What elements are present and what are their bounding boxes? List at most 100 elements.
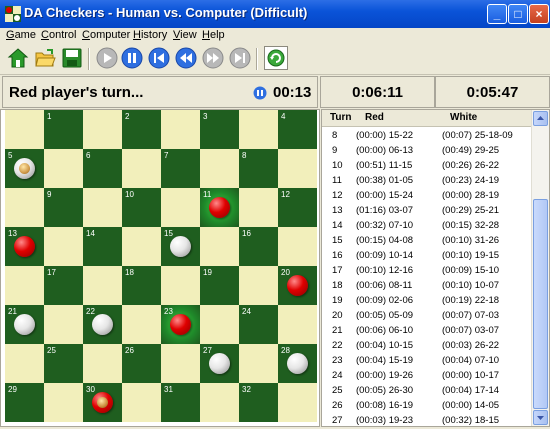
board-square[interactable]: 7 (161, 149, 200, 188)
history-red-move: (00:32) 07-10 (356, 220, 414, 231)
menu-computer[interactable]: Computer (82, 29, 130, 41)
history-row[interactable]: 23 (00:04) 15-19 (00:04) 07-10 (322, 354, 532, 369)
white-checker-piece[interactable] (14, 314, 35, 335)
white-checker-piece[interactable] (287, 353, 308, 374)
board-square-light (239, 266, 278, 305)
history-turn: 27 (332, 415, 343, 426)
board-square[interactable]: 5 (5, 149, 44, 188)
toggle-engine-button[interactable] (264, 46, 288, 70)
history-row[interactable]: 20 (00:05) 05-09 (00:07) 07-03 (322, 309, 532, 324)
board-square[interactable]: 18 (122, 266, 161, 305)
scroll-up-arrow[interactable] (533, 111, 548, 126)
history-row[interactable]: 15 (00:15) 04-08 (00:10) 31-26 (322, 234, 532, 249)
pause-icon (121, 47, 143, 69)
skip-to-end-button[interactable] (229, 47, 251, 69)
board-square[interactable]: 27 (200, 344, 239, 383)
board-square-light (44, 305, 83, 344)
history-row[interactable]: 11 (00:38) 01-05 (00:23) 24-19 (322, 174, 532, 189)
board-square[interactable]: 23 (161, 305, 200, 344)
board-square[interactable]: 4 (278, 110, 317, 149)
square-number: 20 (281, 268, 290, 277)
white-checker-piece[interactable] (14, 158, 35, 179)
board-square[interactable]: 31 (161, 383, 200, 422)
board-square[interactable]: 19 (200, 266, 239, 305)
board-square[interactable]: 25 (44, 344, 83, 383)
history-row[interactable]: 16 (00:09) 10-14 (00:10) 19-15 (322, 249, 532, 264)
scroll-down-arrow[interactable] (533, 410, 548, 425)
history-scrollbar[interactable] (531, 110, 549, 426)
history-row[interactable]: 21 (00:06) 06-10 (00:07) 03-07 (322, 324, 532, 339)
board-square[interactable]: 9 (44, 188, 83, 227)
status-panel: Red player's turn... 00:13 0:06:11 0:05:… (0, 76, 550, 108)
minimize-button[interactable]: _ (487, 4, 507, 24)
board-square[interactable]: 10 (122, 188, 161, 227)
menu-control[interactable]: Control (41, 29, 76, 41)
white-checker-piece[interactable] (92, 314, 113, 335)
pause-button[interactable] (121, 47, 143, 69)
history-row[interactable]: 8 (00:00) 15-22 (00:07) 25-18-09 (322, 129, 532, 144)
board-square[interactable]: 26 (122, 344, 161, 383)
history-red-move: (00:15) 04-08 (356, 235, 414, 246)
history-row[interactable]: 25 (00:05) 26-30 (00:04) 17-14 (322, 384, 532, 399)
square-number: 11 (203, 190, 212, 199)
maximize-button[interactable]: □ (508, 4, 528, 24)
scroll-thumb[interactable] (533, 199, 548, 409)
board-square[interactable]: 20 (278, 266, 317, 305)
history-row[interactable]: 10 (00:51) 11-15 (00:26) 26-22 (322, 159, 532, 174)
rewind-button[interactable] (175, 47, 197, 69)
red-checker-piece[interactable] (170, 314, 191, 335)
board-square[interactable]: 12 (278, 188, 317, 227)
board-square[interactable]: 22 (83, 305, 122, 344)
board-square[interactable]: 21 (5, 305, 44, 344)
new-game-button[interactable] (7, 47, 29, 69)
white-checker-piece[interactable] (170, 236, 191, 257)
skip-to-start-button[interactable] (148, 47, 170, 69)
board-square[interactable]: 30 (83, 383, 122, 422)
board-square[interactable]: 11 (200, 188, 239, 227)
white-checker-piece[interactable] (209, 353, 230, 374)
menu-view[interactable]: View (173, 29, 197, 41)
history-row[interactable]: 14 (00:32) 07-10 (00:15) 32-28 (322, 219, 532, 234)
history-row[interactable]: 13 (01:16) 03-07 (00:29) 25-21 (322, 204, 532, 219)
square-number: 19 (203, 268, 212, 277)
red-checker-piece[interactable] (287, 275, 308, 296)
history-turn: 20 (332, 310, 343, 321)
red-checker-piece[interactable] (92, 392, 113, 413)
board-square[interactable]: 29 (5, 383, 44, 422)
red-checker-piece[interactable] (209, 197, 230, 218)
history-row[interactable]: 12 (00:00) 15-24 (00:00) 28-19 (322, 189, 532, 204)
board-square[interactable]: 14 (83, 227, 122, 266)
board-square[interactable]: 32 (239, 383, 278, 422)
board-square[interactable]: 2 (122, 110, 161, 149)
history-row[interactable]: 19 (00:09) 02-06 (00:19) 22-18 (322, 294, 532, 309)
history-row[interactable]: 24 (00:00) 19-26 (00:00) 10-17 (322, 369, 532, 384)
square-number: 28 (281, 346, 290, 355)
board-square[interactable]: 15 (161, 227, 200, 266)
history-row[interactable]: 22 (00:04) 10-15 (00:03) 26-22 (322, 339, 532, 354)
menu-game[interactable]: Game (6, 29, 36, 41)
board-square[interactable]: 6 (83, 149, 122, 188)
history-white-move: (00:09) 15-10 (442, 265, 500, 276)
board-square[interactable]: 3 (200, 110, 239, 149)
board-square[interactable]: 8 (239, 149, 278, 188)
history-row[interactable]: 18 (00:06) 08-11 (00:10) 10-07 (322, 279, 532, 294)
close-button[interactable]: × (529, 4, 549, 24)
red-checker-piece[interactable] (14, 236, 35, 257)
board-square-light (200, 305, 239, 344)
board-square[interactable]: 28 (278, 344, 317, 383)
board-square[interactable]: 13 (5, 227, 44, 266)
menu-help[interactable]: Help (202, 29, 225, 41)
pause-icon[interactable] (253, 86, 267, 105)
history-row[interactable]: 26 (00:08) 16-19 (00:00) 14-05 (322, 399, 532, 414)
board-square[interactable]: 17 (44, 266, 83, 305)
menu-history[interactable]: History (133, 29, 167, 41)
board-square[interactable]: 1 (44, 110, 83, 149)
play-button[interactable] (96, 47, 118, 69)
history-row[interactable]: 9 (00:00) 06-13 (00:49) 29-25 (322, 144, 532, 159)
board-square[interactable]: 24 (239, 305, 278, 344)
save-game-button[interactable] (61, 47, 83, 69)
fast-forward-button[interactable] (202, 47, 224, 69)
board-square[interactable]: 16 (239, 227, 278, 266)
history-row[interactable]: 17 (00:10) 12-16 (00:09) 15-10 (322, 264, 532, 279)
open-game-button[interactable] (34, 47, 56, 69)
